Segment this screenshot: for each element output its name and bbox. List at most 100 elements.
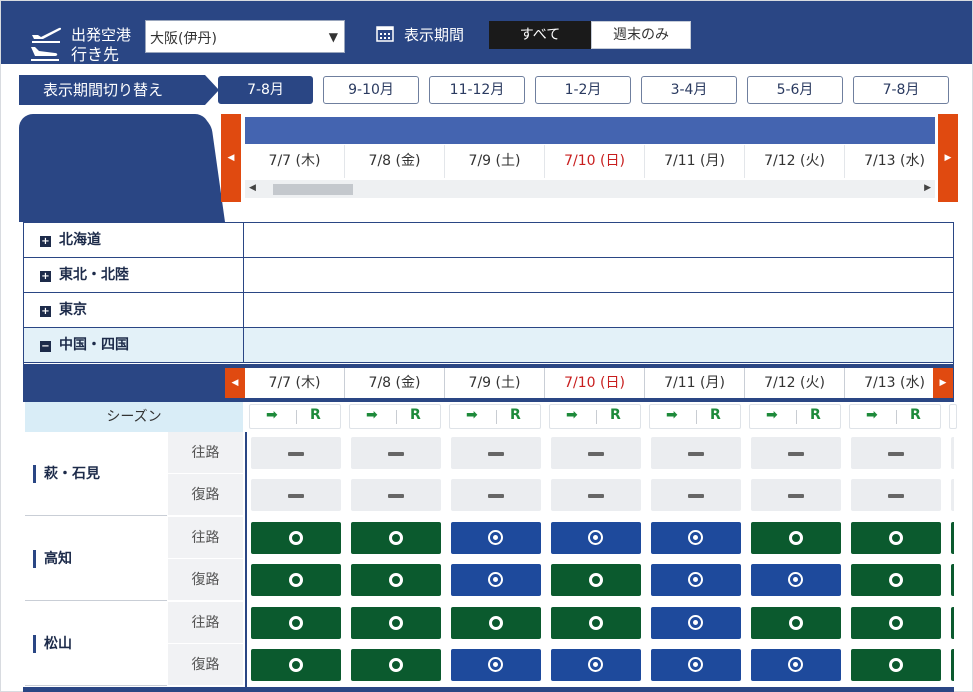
available-cell[interactable] bbox=[951, 607, 954, 639]
region-label: 東京 bbox=[59, 302, 87, 318]
dot-circle-icon bbox=[688, 572, 703, 587]
period-button[interactable]: 5-6月 bbox=[747, 76, 843, 104]
scrollbar-thumb[interactable] bbox=[273, 184, 353, 195]
circle-icon bbox=[389, 573, 403, 587]
available-cell[interactable] bbox=[251, 564, 341, 596]
expand-icon[interactable]: + bbox=[40, 306, 51, 317]
region-row[interactable]: − 中国・四国 bbox=[24, 328, 953, 363]
few-seats-cell[interactable] bbox=[751, 564, 841, 596]
scroll-right-button[interactable]: ▶ bbox=[938, 114, 958, 202]
available-cell[interactable] bbox=[251, 607, 341, 639]
weekend-only-toggle[interactable]: 週末のみ bbox=[591, 21, 691, 49]
season-cell: ➡ R bbox=[449, 404, 541, 429]
origin-airport-select[interactable]: 大阪(伊丹) ▼ bbox=[145, 20, 345, 53]
divider bbox=[496, 410, 497, 424]
unavailable-cell bbox=[351, 437, 441, 469]
circle-icon bbox=[889, 531, 903, 545]
date-strip-band bbox=[245, 117, 935, 144]
few-seats-cell[interactable] bbox=[451, 522, 541, 554]
route-name: 萩・石見 bbox=[33, 465, 100, 483]
region-row[interactable]: + 北海道 bbox=[24, 223, 953, 258]
season-r-label: R bbox=[910, 407, 921, 423]
period-button[interactable]: 1-2月 bbox=[535, 76, 631, 104]
inner-scroll-right-button[interactable]: ▶ bbox=[933, 368, 953, 398]
period-button[interactable]: 3-4月 bbox=[641, 76, 737, 104]
arrow-right-icon: ➡ bbox=[266, 407, 278, 423]
region-label: 東北・北陸 bbox=[59, 267, 129, 283]
period-button[interactable]: 9-10月 bbox=[323, 76, 419, 104]
route-cell: 萩・石見 bbox=[25, 432, 167, 516]
circle-icon bbox=[889, 616, 903, 630]
available-cell[interactable] bbox=[551, 607, 641, 639]
few-seats-cell[interactable] bbox=[751, 649, 841, 681]
few-seats-cell[interactable] bbox=[651, 564, 741, 596]
few-seats-cell[interactable] bbox=[651, 522, 741, 554]
season-r-label: R bbox=[410, 407, 421, 423]
available-cell[interactable] bbox=[851, 522, 941, 554]
divider bbox=[296, 410, 297, 424]
available-cell[interactable] bbox=[851, 607, 941, 639]
inner-scroll-left-button[interactable]: ◀ bbox=[225, 368, 245, 398]
direction-label: 往路 bbox=[168, 602, 243, 644]
available-cell[interactable] bbox=[351, 564, 441, 596]
route-cell: 高知 bbox=[25, 517, 167, 601]
few-seats-cell[interactable] bbox=[651, 607, 741, 639]
region-row[interactable]: + 東北・北陸 bbox=[24, 258, 953, 293]
circle-icon bbox=[389, 616, 403, 630]
scroll-left-button[interactable]: ◀ bbox=[221, 114, 241, 202]
available-cell[interactable] bbox=[851, 564, 941, 596]
available-cell[interactable] bbox=[751, 522, 841, 554]
available-cell[interactable] bbox=[951, 522, 954, 554]
collapse-icon[interactable]: − bbox=[40, 341, 51, 352]
dot-circle-icon bbox=[788, 572, 803, 587]
available-cell[interactable] bbox=[851, 649, 941, 681]
calendar-icon bbox=[376, 26, 394, 42]
available-cell[interactable] bbox=[551, 564, 641, 596]
circle-icon bbox=[389, 531, 403, 545]
route-name: 高知 bbox=[33, 550, 72, 568]
period-button[interactable]: 7-8月 bbox=[853, 76, 949, 104]
region-row[interactable]: + 東京 bbox=[24, 293, 953, 328]
scroll-right-arrow-icon[interactable]: ▶ bbox=[924, 183, 931, 193]
few-seats-cell[interactable] bbox=[451, 564, 541, 596]
region-label: 北海道 bbox=[59, 232, 101, 248]
available-cell[interactable] bbox=[451, 607, 541, 639]
show-all-toggle[interactable]: すべて bbox=[489, 21, 591, 49]
few-seats-cell[interactable] bbox=[451, 649, 541, 681]
available-cell[interactable] bbox=[951, 564, 954, 596]
dot-circle-icon bbox=[488, 572, 503, 587]
season-r-label: R bbox=[810, 407, 821, 423]
expand-icon[interactable]: + bbox=[40, 271, 51, 282]
circle-icon bbox=[589, 616, 603, 630]
season-cell: ➡ R bbox=[549, 404, 641, 429]
few-seats-cell[interactable] bbox=[551, 522, 641, 554]
scroll-left-arrow-icon[interactable]: ◀ bbox=[249, 183, 256, 193]
available-cell[interactable] bbox=[251, 522, 341, 554]
date-column-header: 7/9 (土) bbox=[445, 368, 545, 398]
unavailable-cell bbox=[851, 479, 941, 511]
availability-cells bbox=[245, 432, 954, 692]
available-cell[interactable] bbox=[351, 607, 441, 639]
unavailable-cell bbox=[551, 437, 641, 469]
period-button[interactable]: 11-12月 bbox=[429, 76, 525, 104]
available-cell[interactable] bbox=[351, 649, 441, 681]
region-label: 中国・四国 bbox=[59, 337, 129, 353]
expand-icon[interactable]: + bbox=[40, 236, 51, 247]
date-column-header: 7/13 (水) bbox=[845, 368, 945, 398]
few-seats-cell[interactable] bbox=[651, 649, 741, 681]
unavailable-cell bbox=[751, 479, 841, 511]
available-cell[interactable] bbox=[251, 649, 341, 681]
available-cell[interactable] bbox=[951, 649, 954, 681]
date-column-header: 7/11 (月) bbox=[645, 368, 745, 398]
few-seats-cell[interactable] bbox=[551, 649, 641, 681]
available-cell[interactable] bbox=[351, 522, 441, 554]
destination-tab bbox=[19, 114, 209, 222]
available-cell[interactable] bbox=[751, 607, 841, 639]
date-column-header: 7/7 (木) bbox=[245, 368, 345, 398]
region-name: + 東京 bbox=[24, 293, 244, 327]
period-button[interactable]: 7-8月 bbox=[218, 76, 313, 104]
page: 出発空港 大阪(伊丹) ▼ 表示期間 すべて 週末のみ 表示期間切り替え 7-8… bbox=[0, 0, 973, 692]
date-column-header: 7/8 (金) bbox=[345, 145, 445, 178]
direction-label: 往路 bbox=[168, 432, 243, 474]
horizontal-scrollbar[interactable]: ◀ ▶ bbox=[245, 180, 935, 198]
